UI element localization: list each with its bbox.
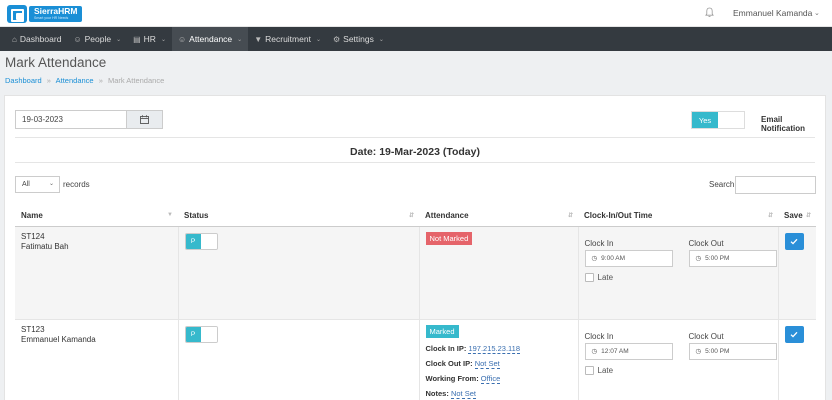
table-row: ST123 Emmanuel Kamanda P Marked Clock In… (15, 319, 816, 400)
sort-icon: ⇵ (408, 213, 414, 219)
nav-attendance[interactable]: ☺ Attendance ⌄ (171, 27, 249, 51)
late-label: Late (597, 272, 614, 282)
clock-out-label: Clock Out (688, 331, 724, 341)
breadcrumb: Dashboard » Attendance » Mark Attendance (5, 76, 165, 85)
gear-icon: ⚙ (332, 34, 341, 44)
bell-icon[interactable] (705, 7, 714, 18)
employee-id: ST124 (21, 231, 45, 241)
chevron-down-icon: ⌄ (378, 36, 384, 43)
clock-in-input[interactable]: ◷ 12:07 AM (584, 342, 673, 360)
date-heading: Date: 19-Mar-2023 (Today) (350, 146, 480, 158)
home-icon: ⌂ (12, 34, 17, 44)
attendance-panel: 19-03-2023 Yes Email Notification Date: … (4, 95, 826, 400)
col-header-attendance[interactable]: Attendance ⇵ (419, 206, 578, 227)
chevron-down-icon: ⌄ (237, 36, 243, 43)
page-title: Mark Attendance (5, 55, 107, 70)
clock-out-ip-value[interactable]: Not Set (474, 358, 500, 369)
nav-dashboard[interactable]: ⌂ Dashboard (6, 27, 67, 51)
records-length-select[interactable]: All ⌄ (15, 176, 60, 193)
email-notification-toggle[interactable]: Yes (691, 111, 745, 129)
sort-icon: ⇵ (805, 213, 811, 219)
clock-out-label: Clock Out (688, 238, 724, 248)
calendar-icon (140, 115, 149, 124)
clock-out-input[interactable]: ◷ 5:00 PM (688, 249, 777, 267)
nav-settings[interactable]: ⚙ Settings ⌄ (327, 27, 390, 51)
sort-icon: ⇵ (567, 213, 573, 219)
clock-out-input[interactable]: ◷ 5:00 PM (688, 342, 777, 360)
chevron-down-icon: ⌄ (48, 181, 54, 187)
clock-icon: ◷ (591, 255, 598, 262)
divider (15, 137, 815, 138)
divider (15, 162, 815, 163)
status-badge: Marked (425, 324, 459, 338)
chevron-down-icon[interactable]: ⌄ (814, 9, 820, 17)
date-picker: 19-03-2023 (15, 110, 163, 129)
chevron-down-icon: ⌄ (315, 36, 321, 43)
logo-icon (7, 4, 27, 23)
check-icon (790, 238, 798, 245)
clock-icon: ◷ (695, 255, 702, 262)
date-input[interactable]: 19-03-2023 (15, 110, 127, 129)
col-header-status[interactable]: Status ⇵ (178, 206, 419, 227)
nav-people[interactable]: ☺ People ⌄ (67, 27, 127, 51)
users-icon: ☺ (73, 34, 82, 44)
toggle-yes-label: Yes (692, 112, 718, 128)
col-header-save[interactable]: Save ⇵ (778, 206, 816, 227)
clock-icon: ◷ (695, 348, 702, 355)
col-header-name[interactable]: Name ▼ (15, 206, 178, 227)
sort-desc-icon: ▼ (167, 212, 173, 218)
save-button[interactable] (784, 325, 804, 343)
logo-text: SierraHRM (34, 5, 78, 16)
calendar-button[interactable] (127, 110, 163, 129)
table-header-row: Name ▼ Status ⇵ Attendance ⇵ Clock-In/Out T… (15, 206, 816, 227)
clock-in-ip: Clock In IP: 197.215.23.118 (425, 343, 521, 354)
status-toggle[interactable]: P (184, 325, 218, 343)
sort-icon: ⇵ (767, 213, 773, 219)
late-checkbox[interactable] (584, 365, 594, 375)
breadcrumb-dashboard[interactable]: Dashboard (5, 76, 42, 85)
breadcrumb-attendance[interactable]: Attendance (56, 76, 94, 85)
employee-name: Fatimatu Bah (21, 241, 69, 251)
clock-in-input[interactable]: ◷ 9:00 AM (584, 249, 673, 267)
nav-hr[interactable]: ▤ HR ⌄ (127, 27, 172, 51)
check-icon (790, 331, 798, 338)
clock-in-label: Clock In (584, 331, 614, 341)
table-row: ST124 Fatimatu Bah P Not Marked Clock In (15, 226, 816, 320)
employee-id: ST123 (21, 324, 45, 334)
app-logo[interactable]: SierraHRM Smart your HR Needs (7, 4, 83, 23)
user-check-icon: ☺ (177, 34, 187, 44)
top-header: SierraHRM Smart your HR Needs Emmanuel K… (0, 0, 832, 27)
employee-name: Emmanuel Kamanda (21, 334, 96, 344)
save-button[interactable] (784, 232, 804, 250)
graduation-cap-icon: ▼ (254, 34, 263, 44)
attendance-table: Name ▼ Status ⇵ Attendance ⇵ Clock-In/Out T… (15, 206, 816, 400)
logo-tagline: Smart your HR Needs (34, 15, 69, 20)
chevron-down-icon: ⌄ (116, 36, 122, 43)
late-label: Late (597, 365, 614, 375)
clock-in-ip-value[interactable]: 197.215.23.118 (468, 343, 521, 354)
user-menu[interactable]: Emmanuel Kamanda (733, 8, 812, 18)
clock-icon: ◷ (591, 348, 598, 355)
id-card-icon: ▤ (133, 34, 141, 44)
notes: Notes: Not Set (425, 388, 476, 399)
working-from-value[interactable]: Office (480, 373, 501, 384)
records-label: records (63, 180, 90, 189)
email-notification-label: Email Notification (761, 115, 805, 133)
status-badge: Not Marked (425, 231, 473, 245)
notes-value[interactable]: Not Set (450, 388, 476, 399)
late-checkbox[interactable] (584, 272, 594, 282)
search-label: Search: (709, 180, 737, 189)
status-toggle[interactable]: P (184, 232, 218, 250)
breadcrumb-current: Mark Attendance (107, 76, 165, 85)
search-input[interactable] (735, 176, 816, 194)
clock-out-ip: Clock Out IP: Not Set (425, 358, 500, 369)
main-nav: ⌂ Dashboard ☺ People ⌄ ▤ HR ⌄ ☺ Attendan… (0, 27, 832, 51)
working-from: Working From: Office (425, 373, 501, 384)
nav-recruitment[interactable]: ▼ Recruitment ⌄ (248, 27, 327, 51)
clock-in-label: Clock In (584, 238, 614, 248)
col-header-clock[interactable]: Clock-In/Out Time ⇵ (578, 206, 778, 227)
chevron-down-icon: ⌄ (160, 36, 166, 43)
